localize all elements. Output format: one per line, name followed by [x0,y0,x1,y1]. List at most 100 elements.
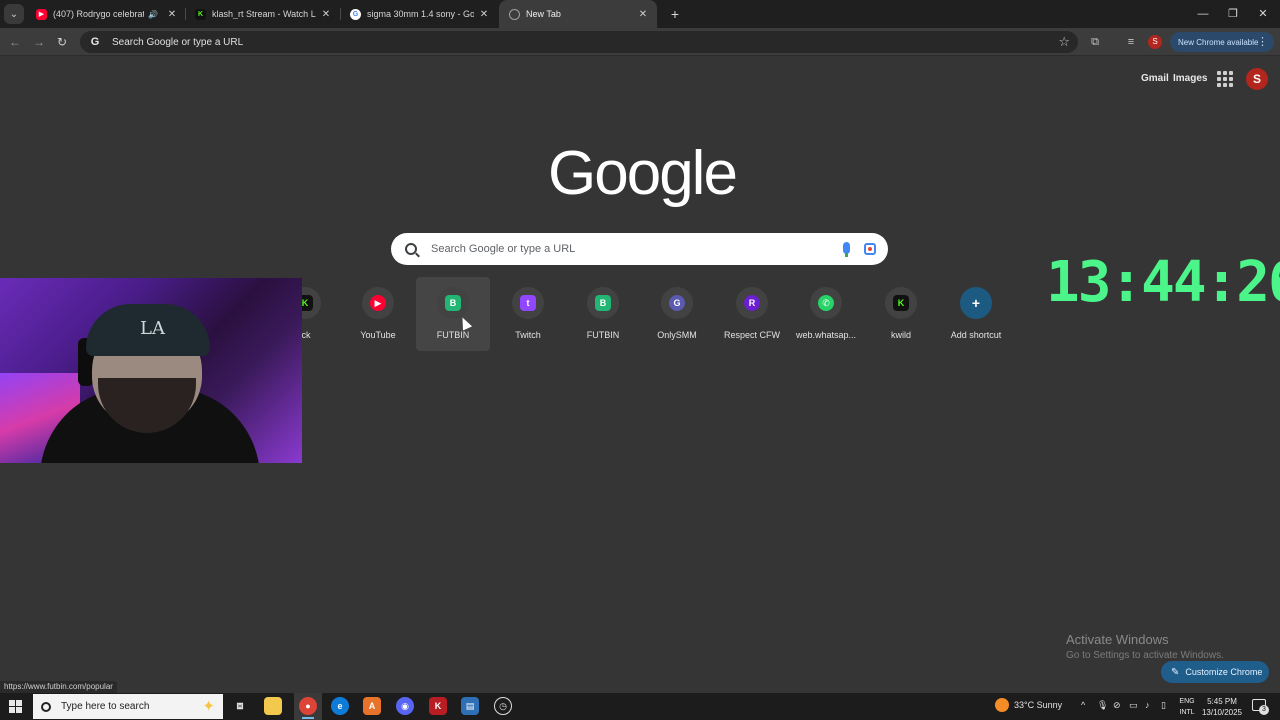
app-icon-red[interactable]: K [429,697,447,715]
mic-icon[interactable] [843,242,850,257]
lens-icon[interactable] [864,243,876,255]
search-placeholder: Search Google or type a URL [431,243,576,255]
new-chrome-label: New Chrome available [1178,37,1259,47]
taskbar-clock[interactable]: 5:45 PM 13/10/2025 [1199,696,1245,718]
tab-title: (407) Rodrygo celebration 🕺 [53,8,145,19]
shortcut-icon-circle: ▶ [362,287,394,319]
app-icon[interactable]: A [363,697,381,715]
tab-kick[interactable]: K klash_rt Stream - Watch Live on ✕ [185,0,340,28]
google-icon: G [350,8,361,20]
shortcut-label: FUTBIN [436,330,470,340]
twitch-icon: t [520,295,536,311]
profile-avatar[interactable]: S [1148,35,1162,49]
new-chrome-available-button[interactable]: New Chrome available ⋮ [1170,32,1274,52]
pencil-icon: ✎ [1171,666,1180,678]
stream-clock: 13:44:26 [1046,250,1280,315]
microphone-icon[interactable]: 🎙 [1097,700,1108,711]
close-window-icon[interactable]: ✕ [1248,6,1278,22]
images-link[interactable]: Images [1173,73,1207,84]
shortcut-label: web.whatsap... [795,330,857,340]
shortcut-twitch[interactable]: t Twitch [491,277,565,351]
shortcut-label: Twitch [515,330,541,340]
chrome-icon [509,8,520,20]
shortcut-icon-circle: t [512,287,544,319]
shortcut-futbin[interactable]: B FUTBIN [416,277,490,351]
shortcut-respect-cfw[interactable]: R Respect CFW [715,277,789,351]
activate-windows-watermark: Activate Windows Go to Settings to activ… [1066,632,1276,661]
app-icon-circle[interactable]: ◷ [494,697,512,715]
language-indicator[interactable]: ENG INTL [1176,696,1198,718]
task-view-icon[interactable]: ⧈ [231,697,249,715]
shortcut-label: YouTube [360,330,396,340]
tab-search-button[interactable]: ⌄ [4,4,24,24]
close-icon[interactable]: ✕ [637,9,649,20]
clock-date: 13/10/2025 [1201,708,1243,717]
status-bar-url: https://www.futbin.com/popular [0,681,117,693]
tab-youtube[interactable]: ▶ (407) Rodrygo celebration 🕺 🔊 ✕ [26,0,186,28]
search-box[interactable]: Search Google or type a URL [391,233,888,265]
shortcut-label: Add shortcut [950,330,1002,340]
search-highlight-icon: ✦ [202,698,215,715]
restore-icon[interactable]: ❐ [1218,6,1248,22]
menu-dots-icon[interactable]: ⋮ [1257,35,1268,48]
forward-icon[interactable]: → [30,33,48,51]
shortcut-futbin-2[interactable]: B FUTBIN [566,277,640,351]
windows-taskbar: Type here to search ✦ ⧈ ● e A ◉ K ▤ ◷ 33… [0,693,1280,720]
gmail-link[interactable]: Gmail [1141,73,1169,84]
close-icon[interactable]: ✕ [478,9,490,20]
show-hidden-icons[interactable]: ^ [1081,700,1085,710]
kick-icon: K [893,295,909,311]
tab-google-search[interactable]: G sigma 30mm 1.4 sony - Google ✕ [340,0,498,28]
windows-start-icon[interactable] [9,700,22,713]
network-off-icon[interactable]: ⊘ [1113,700,1121,711]
notification-badge: 3 [1259,705,1269,715]
discord-icon[interactable]: ◉ [396,697,414,715]
account-avatar[interactable]: S [1246,68,1268,90]
customize-chrome-button[interactable]: ✎ Customize Chrome [1161,661,1269,683]
shortcut-icon-circle: K [885,287,917,319]
cap-logo: LA [140,318,165,339]
file-explorer-icon[interactable] [264,697,282,715]
customize-label: Customize Chrome [1185,667,1263,677]
shortcut-label: kwild [890,330,911,340]
shortcut-label: OnlySMM [657,330,697,340]
chrome-taskbar-icon[interactable]: ● [299,697,317,719]
respect-cfw-icon: R [744,295,760,311]
back-icon[interactable]: ← [6,33,24,51]
shortcut-youtube[interactable]: ▶ YouTube [341,277,415,351]
edge-icon[interactable]: e [331,697,349,715]
display-icon[interactable]: ▭ [1129,700,1138,711]
weather-text[interactable]: 33°C Sunny [1014,700,1062,710]
battery-icon[interactable]: ▯ [1161,700,1166,711]
speaker-icon[interactable]: 🔊 [148,10,158,19]
minimize-icon[interactable]: — [1188,6,1218,22]
close-icon[interactable]: ✕ [166,9,178,20]
close-icon[interactable]: ✕ [320,9,332,20]
omnibox[interactable]: G Search Google or type a URL ☆ [80,31,1078,53]
onlysmm-icon: G [669,295,685,311]
shortcut-whatsapp[interactable]: ✆ web.whatsap... [789,277,863,351]
shortcut-onlysmm[interactable]: G OnlySMM [640,277,714,351]
reload-icon[interactable]: ↻ [53,33,71,51]
shortcut-label: Respect CFW [723,330,780,340]
app-icon-window[interactable]: ▤ [461,697,479,715]
clock-time: 5:45 PM [1207,697,1237,706]
youtube-icon: ▶ [370,295,386,311]
shortcut-add[interactable]: + Add shortcut [939,277,1013,351]
volume-icon[interactable]: ♪ [1145,700,1150,710]
extensions-icon[interactable]: ⧉ [1086,33,1104,51]
tab-new-tab[interactable]: New Tab ✕ [499,0,657,28]
google-apps-icon[interactable] [1217,71,1233,87]
weather-icon [995,698,1009,712]
whatsapp-icon: ✆ [818,295,834,311]
new-tab-button[interactable]: + [660,6,690,22]
shortcut-icon-circle: G [661,287,693,319]
search-icon [405,243,417,255]
keyboard-layout: INTL [1179,709,1195,716]
shortcut-icon-circle: B [437,287,469,319]
taskbar-search-input[interactable]: Type here to search ✦ [33,694,223,719]
bookmark-star-icon[interactable]: ☆ [1058,34,1070,50]
reading-list-icon[interactable]: ≡ [1122,33,1140,51]
shortcut-kwild[interactable]: K kwild [864,277,938,351]
shortcut-icon-circle: R [736,287,768,319]
